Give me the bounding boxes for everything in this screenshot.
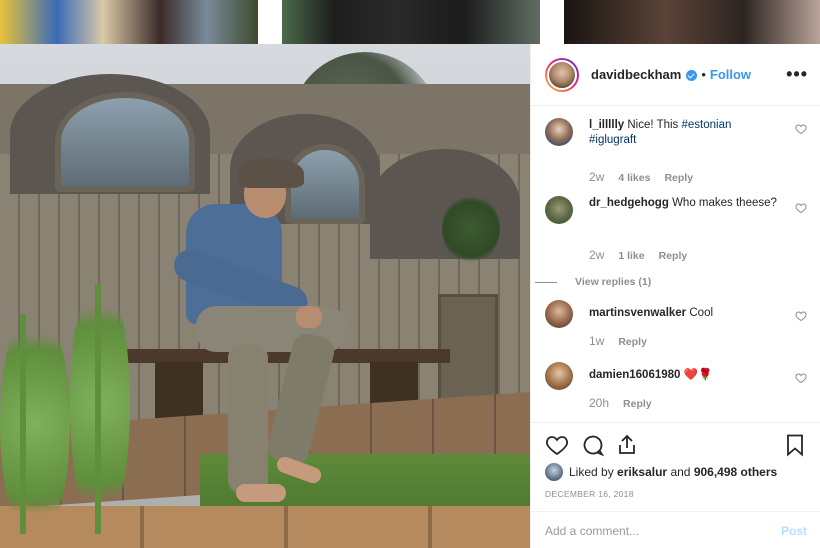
comment-avatar[interactable] bbox=[545, 196, 573, 224]
photo-plant-stem bbox=[20, 314, 26, 534]
comment-body: l_illllly Nice! This #estonian #iglugraf… bbox=[589, 118, 785, 148]
view-replies-label: View replies (1) bbox=[575, 276, 652, 288]
comment-text: ❤️🌹 bbox=[683, 369, 713, 381]
comment-avatar[interactable] bbox=[545, 118, 573, 146]
liked-by-user[interactable]: eriksalur bbox=[617, 465, 667, 479]
add-comment-bar: Post bbox=[531, 511, 820, 548]
photo-plant-stem bbox=[95, 284, 101, 534]
post-header: davidbeckham • Follow ••• bbox=[531, 44, 820, 106]
verified-badge-icon bbox=[686, 70, 698, 81]
post-modal: davidbeckham • Follow ••• l_illllly Nice… bbox=[0, 44, 820, 548]
comments-list[interactable]: l_illllly Nice! This #estonian #iglugraf… bbox=[531, 106, 820, 422]
comment-time[interactable]: 2w bbox=[589, 170, 604, 184]
comment-username[interactable]: damien16061980 bbox=[589, 369, 680, 381]
photo-man-foot bbox=[236, 484, 286, 502]
add-comment-input[interactable] bbox=[545, 523, 781, 538]
comment-reply-button[interactable]: Reply bbox=[664, 172, 693, 184]
comment-body: dr_hedgehogg Who makes theese? bbox=[589, 196, 785, 211]
comment-avatar[interactable] bbox=[545, 362, 573, 390]
background-post-thumbnail[interactable] bbox=[0, 0, 258, 44]
photo-man-hand bbox=[296, 306, 322, 328]
comment-text: Who makes theese? bbox=[672, 197, 777, 209]
background-post-thumbnail[interactable] bbox=[282, 0, 540, 44]
comment-hashtag[interactable]: #iglugraft bbox=[589, 134, 636, 146]
view-replies-button[interactable]: View replies (1) bbox=[535, 276, 651, 288]
comment-reply-button[interactable]: Reply bbox=[618, 336, 647, 348]
header-separator: • bbox=[701, 67, 706, 82]
heart-icon[interactable] bbox=[545, 433, 569, 457]
comment-body: damien16061980 ❤️🌹 bbox=[589, 368, 785, 383]
post-comment-button[interactable]: Post bbox=[781, 524, 807, 538]
comment-username[interactable]: dr_hedgehogg bbox=[589, 197, 669, 209]
post-photo[interactable] bbox=[0, 44, 530, 548]
author-username[interactable]: davidbeckham bbox=[591, 67, 681, 82]
photo-man-cap bbox=[238, 158, 304, 188]
photo-man-leg bbox=[228, 344, 268, 494]
bookmark-icon[interactable] bbox=[783, 433, 807, 457]
post-sidebar: davidbeckham • Follow ••• l_illllly Nice… bbox=[530, 44, 820, 548]
share-icon[interactable] bbox=[615, 433, 639, 457]
comment-like-heart-icon[interactable] bbox=[795, 122, 807, 135]
photo-plant bbox=[0, 304, 70, 544]
post-date[interactable]: DECEMBER 16, 2018 bbox=[545, 489, 634, 499]
follow-button[interactable]: Follow bbox=[710, 67, 751, 82]
comment-text: Nice! This bbox=[627, 119, 682, 131]
comment-text: Cool bbox=[689, 307, 714, 319]
comment-meta: 2w 4 likes Reply bbox=[589, 170, 693, 184]
comment-like-heart-icon[interactable] bbox=[795, 371, 807, 384]
comment-like-heart-icon[interactable] bbox=[795, 201, 807, 214]
author-avatar[interactable] bbox=[545, 57, 579, 92]
author-avatar-image bbox=[547, 59, 577, 90]
comment-icon[interactable] bbox=[581, 433, 605, 457]
comment-hashtag[interactable]: #estonian bbox=[681, 119, 731, 131]
comment-meta: 20h Reply bbox=[589, 396, 652, 410]
liked-by: Liked by eriksalur and 906,498 others bbox=[545, 463, 777, 481]
comment-meta: 2w 1 like Reply bbox=[589, 248, 687, 262]
photo-front-planks bbox=[0, 506, 530, 548]
comment-body: martinsvenwalker Cool bbox=[589, 306, 785, 321]
liker-avatar[interactable] bbox=[545, 463, 563, 481]
comment-reply-button[interactable]: Reply bbox=[659, 250, 688, 262]
comment-reply-button[interactable]: Reply bbox=[623, 398, 652, 410]
comment-likes[interactable]: 1 like bbox=[618, 250, 644, 262]
more-options-icon[interactable]: ••• bbox=[786, 64, 808, 85]
background-posts-strip bbox=[0, 0, 820, 44]
comment-username[interactable]: martinsvenwalker bbox=[589, 307, 686, 319]
comment-like-heart-icon[interactable] bbox=[795, 309, 807, 322]
comment-username[interactable]: l_illllly bbox=[589, 119, 624, 131]
comment-meta: 1w Reply bbox=[589, 334, 647, 348]
photo-wreath bbox=[442, 194, 500, 264]
comment-likes[interactable]: 4 likes bbox=[618, 172, 650, 184]
action-icons bbox=[545, 433, 807, 457]
background-post-thumbnail[interactable] bbox=[564, 0, 820, 44]
liked-by-mid: and bbox=[670, 465, 691, 479]
photo-window bbox=[55, 92, 195, 192]
grid-gap bbox=[258, 0, 282, 44]
grid-gap bbox=[540, 0, 564, 44]
liked-by-prefix: Liked by bbox=[569, 465, 614, 479]
view-replies-line bbox=[535, 281, 557, 283]
post-actions: Liked by eriksalur and 906,498 others DE… bbox=[531, 422, 820, 548]
liked-by-count[interactable]: 906,498 others bbox=[694, 465, 777, 479]
comment-time[interactable]: 1w bbox=[589, 334, 604, 348]
comment-time[interactable]: 20h bbox=[589, 396, 609, 410]
comment-avatar[interactable] bbox=[545, 300, 573, 328]
comment-time[interactable]: 2w bbox=[589, 248, 604, 262]
